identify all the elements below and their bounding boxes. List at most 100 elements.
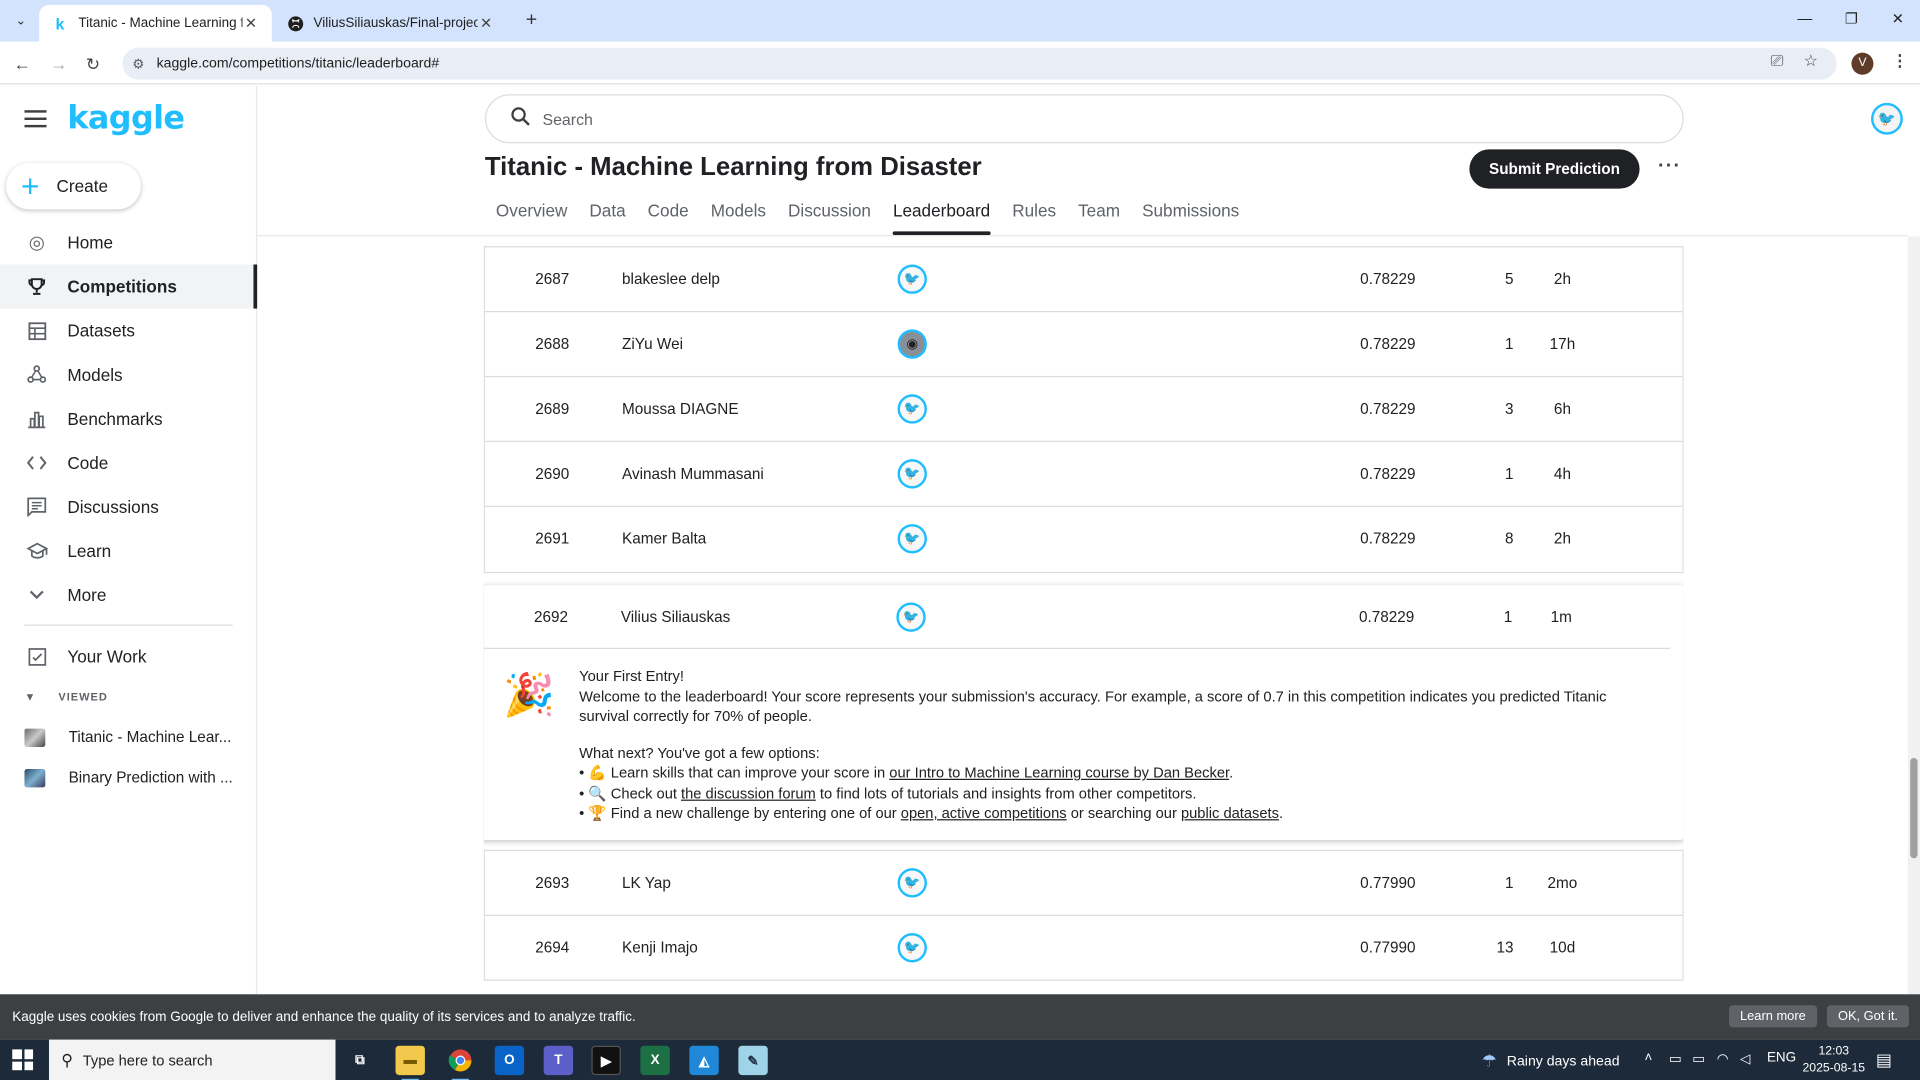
create-button[interactable]: + Create [6, 162, 141, 210]
team-avatar-icon[interactable]: 🐦 [897, 524, 927, 554]
battery-icon[interactable]: ▭ [1692, 1051, 1705, 1067]
minimize-icon[interactable]: — [1783, 10, 1827, 27]
task-view-icon[interactable]: ⧉ [345, 1046, 374, 1075]
team-avatar-icon[interactable]: 🐦 [897, 459, 927, 489]
team-avatar-icon[interactable]: 🐦 [897, 933, 927, 963]
table-row[interactable]: 2688 ZiYu Wei ◉ 0.78229 1 17h [484, 312, 1683, 378]
system-clock[interactable]: 12:03 2025-08-15 [1802, 1043, 1865, 1077]
hamburger-menu-icon[interactable] [24, 110, 47, 128]
tab-models[interactable]: Models [700, 196, 777, 235]
team-avatar-icon[interactable]: 🐦 [897, 394, 927, 424]
team-avatar-icon[interactable]: 🐦 [897, 868, 927, 898]
team-name-link[interactable]: LK Yap [622, 851, 891, 916]
back-icon[interactable]: ← [10, 51, 34, 75]
sidebar-item-more[interactable]: More [0, 573, 256, 617]
sidebar-item-code[interactable]: Code [0, 441, 256, 485]
table-row[interactable]: 2690 Avinash Mummasani 🐦 0.78229 1 4h [484, 442, 1683, 507]
tab-submissions[interactable]: Submissions [1131, 196, 1250, 235]
team-name-link[interactable]: Moussa DIAGNE [622, 377, 891, 442]
excel-icon[interactable]: X [640, 1045, 670, 1076]
team-avatar-icon[interactable]: ◉ [897, 329, 927, 359]
viewed-item[interactable]: Titanic - Machine Lear... [24, 722, 251, 751]
discussion-forum-link[interactable]: the discussion forum [681, 784, 816, 801]
sidebar-item-datasets[interactable]: Datasets [0, 309, 256, 353]
browser-menu-icon[interactable]: ⋮ [1892, 51, 1908, 71]
sidebar-item-models[interactable]: Models [0, 353, 256, 397]
taskbar-search-input[interactable]: ⚲ Type here to search [48, 1039, 336, 1080]
tray-chevron-up-icon[interactable]: ˄ [1644, 1051, 1652, 1066]
my-entry-row[interactable]: 2692 Vilius Siliauskas 🐦 0.78229 1 1m [483, 585, 1671, 649]
sidebar-item-discussions[interactable]: Discussions [0, 485, 256, 529]
more-options-icon[interactable]: ··· [1658, 156, 1681, 178]
sidebar-item-home[interactable]: ◎ Home [0, 220, 256, 264]
public-datasets-link[interactable]: public datasets [1181, 804, 1279, 821]
scrollbar-thumb[interactable] [1910, 757, 1918, 859]
viewed-item[interactable]: Binary Prediction with ... [24, 763, 251, 792]
close-tab-icon[interactable]: ✕ [478, 15, 495, 32]
team-name-link[interactable]: Kamer Balta [622, 507, 891, 572]
tab-rules[interactable]: Rules [1001, 196, 1067, 235]
active-competitions-link[interactable]: open, active competitions [901, 804, 1067, 821]
kaggle-logo[interactable]: kaggle [67, 100, 185, 137]
close-tab-icon[interactable]: ✕ [242, 15, 259, 32]
table-row[interactable]: 2687 blakeslee delp 🐦 0.78229 5 2h [484, 247, 1683, 313]
tab-search-dropdown[interactable]: ⌄ [7, 7, 34, 34]
table-row[interactable]: 2694 Kenji Imajo 🐦 0.77990 13 10d [484, 916, 1683, 981]
intro-ml-course-link[interactable]: our Intro to Machine Learning course by … [889, 764, 1229, 781]
language-indicator[interactable]: ENG [1767, 1051, 1796, 1066]
sidebar-item-benchmarks[interactable]: Benchmarks [0, 397, 256, 441]
install-app-icon[interactable]: ⎚ [1771, 51, 1784, 71]
browser-tab-github[interactable]: ViliusSiliauskas/Final-project-1 ✕ [274, 5, 507, 42]
weather-widget[interactable]: ☂ Rainy days ahead [1482, 1051, 1620, 1072]
notifications-icon[interactable]: ▤ [1876, 1049, 1892, 1070]
restore-icon[interactable]: ❐ [1829, 10, 1873, 27]
browser-profile-avatar[interactable]: V [1851, 52, 1874, 75]
team-avatar-icon[interactable]: 🐦 [897, 264, 927, 294]
site-search-input[interactable]: Search [484, 94, 1684, 144]
teams-icon[interactable]: T [543, 1045, 574, 1076]
windows-start-icon[interactable] [12, 1049, 34, 1071]
chrome-icon[interactable] [446, 1046, 475, 1080]
tab-team[interactable]: Team [1067, 196, 1131, 235]
team-name-link[interactable]: Avinash Mummasani [622, 442, 891, 507]
reload-icon[interactable]: ↻ [81, 51, 105, 75]
bookmark-star-icon[interactable]: ☆ [1804, 51, 1818, 71]
tab-code[interactable]: Code [637, 196, 700, 235]
terminal-app-icon[interactable]: ▶ [591, 1045, 621, 1076]
sidebar-item-learn[interactable]: Learn [0, 529, 256, 573]
sidebar-item-competitions[interactable]: Competitions [0, 264, 258, 309]
address-bar[interactable]: ⚙ kaggle.com/competitions/titanic/leader… [122, 47, 1837, 80]
forward-icon[interactable]: → [47, 51, 71, 75]
tab-discussion[interactable]: Discussion [777, 196, 882, 235]
browser-tab-kaggle[interactable]: k Titanic - Machine Learning fron ✕ [39, 4, 272, 42]
team-avatar-icon[interactable]: 🐦 [896, 602, 926, 632]
site-info-icon[interactable]: ⚙ [132, 56, 144, 72]
team-name-link[interactable]: Vilius Siliauskas [621, 585, 890, 649]
tab-data[interactable]: Data [578, 196, 636, 235]
photos-icon[interactable]: ◭ [689, 1045, 719, 1076]
new-tab-icon[interactable]: + [519, 9, 543, 33]
meet-now-icon[interactable]: ▭ [1669, 1051, 1682, 1067]
page-scrollbar[interactable] [1907, 236, 1920, 995]
user-avatar[interactable]: 🐦 [1871, 102, 1903, 135]
team-name-link[interactable]: blakeslee delp [622, 247, 891, 312]
table-row[interactable]: 2691 Kamer Balta 🐦 0.78229 8 2h [485, 507, 1683, 572]
volume-icon[interactable]: ◁ [1740, 1051, 1750, 1067]
wifi-icon[interactable]: ◠ [1717, 1051, 1729, 1067]
viewed-section-toggle[interactable]: ▼ VIEWED [24, 691, 107, 703]
cookie-learn-more-button[interactable]: Learn more [1728, 1005, 1817, 1028]
tab-overview[interactable]: Overview [485, 196, 579, 235]
table-row[interactable]: 2689 Moussa DIAGNE 🐦 0.78229 3 6h [484, 377, 1683, 443]
cookie-ok-button[interactable]: OK, Got it. [1826, 1005, 1909, 1028]
team-name-link[interactable]: Kenji Imajo [622, 916, 891, 981]
file-explorer-icon[interactable]: ▬ [395, 1045, 425, 1080]
last-cell: 6h [1553, 400, 1571, 418]
outlook-icon[interactable]: O [494, 1045, 525, 1076]
team-name-link[interactable]: ZiYu Wei [622, 312, 891, 377]
notepad-icon[interactable]: ✎ [738, 1045, 768, 1076]
table-row[interactable]: 2693 LK Yap 🐦 0.77990 1 2mo [484, 851, 1683, 916]
close-window-icon[interactable]: ✕ [1876, 10, 1920, 27]
submit-prediction-button[interactable]: Submit Prediction [1469, 149, 1640, 189]
sidebar-item-your-work[interactable]: Your Work [0, 634, 256, 678]
tab-leaderboard[interactable]: Leaderboard [882, 196, 1001, 236]
